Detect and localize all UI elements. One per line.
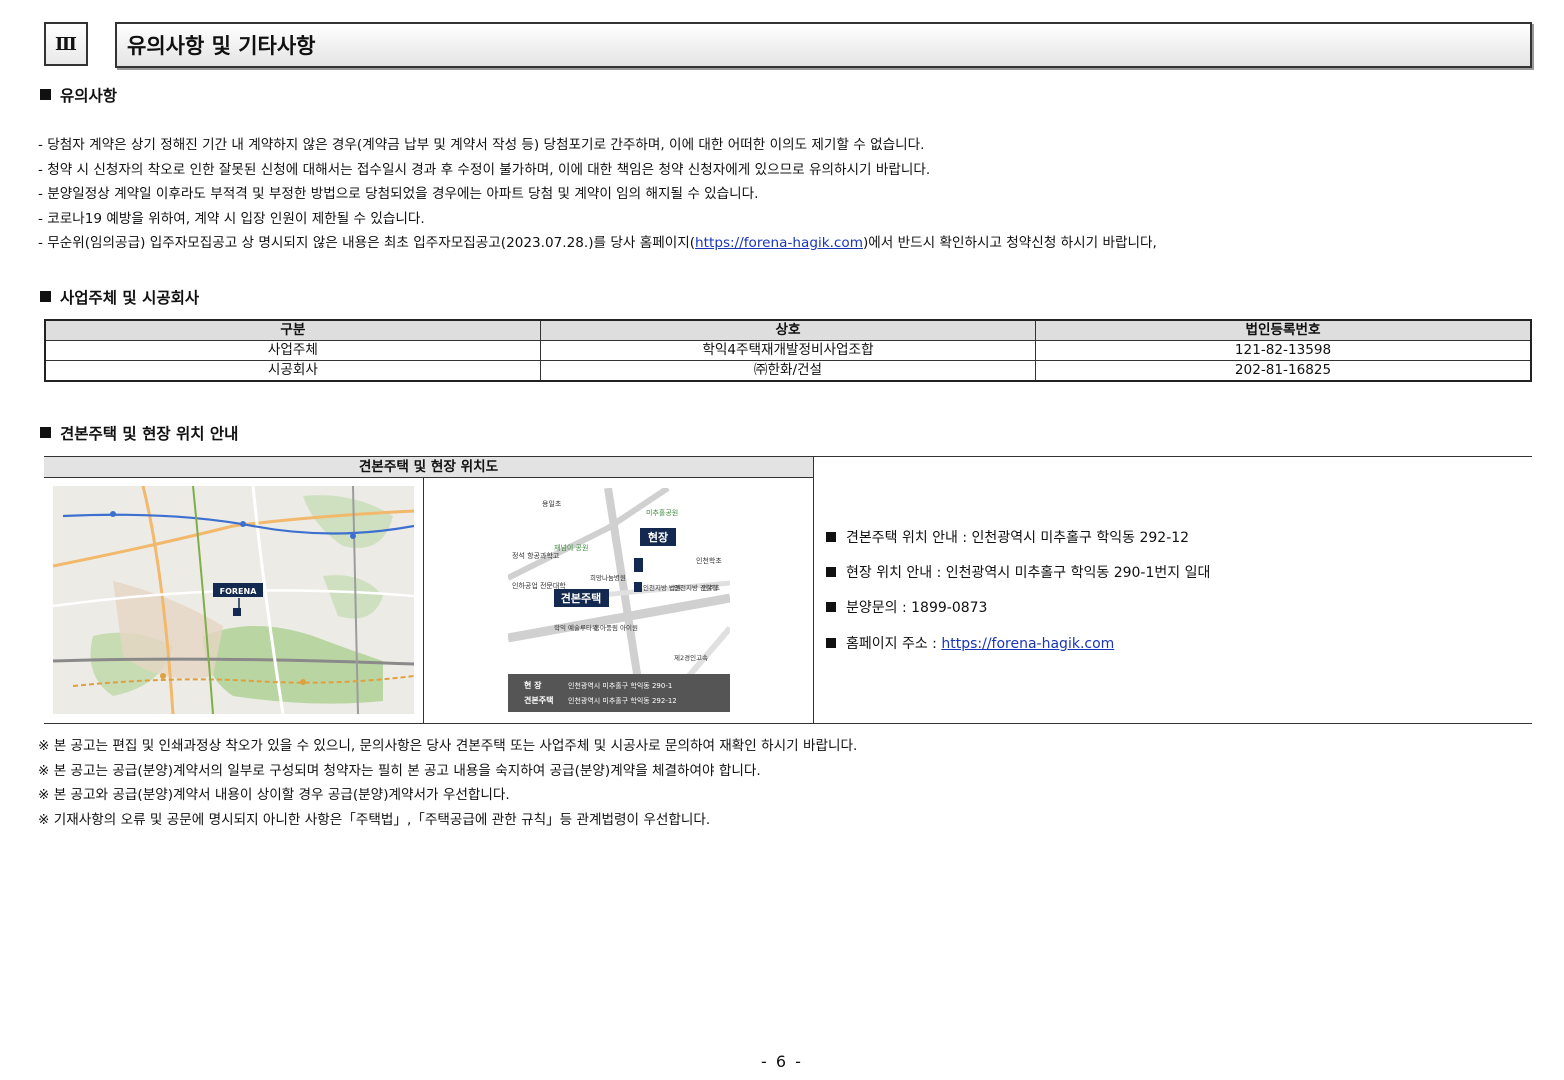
notice-item-text: - 무순위(임의공급) 입주자모집공고 상 명시되지 않은 내용은 최초 입주자… xyxy=(38,235,696,251)
square-bullet-icon xyxy=(40,427,51,438)
map-label: 희망나눔병원 xyxy=(590,573,626,582)
footnote-item: ※ 본 공고는 공급(분양)계약서의 일부로 구성되며 청약자는 필히 본 공고… xyxy=(38,762,761,779)
map-label: 재넘이 공원 xyxy=(554,543,588,552)
map-label: 인주초 xyxy=(702,583,720,592)
map-label: 정석 항공과학고 xyxy=(512,551,560,560)
column-header: 상호 xyxy=(539,319,1037,341)
info-text: 홈페이지 주소 : xyxy=(846,636,942,652)
notice-item: - 청약 시 신청자의 착오로 인한 잘못된 신청에 대해서는 접수일시 경과 … xyxy=(38,161,931,178)
table-row: 사업주체 학익4주택재개발정비사업조합 121-82-13598 xyxy=(44,340,1532,361)
legend-model-address: 인천광역시 미추홀구 학익동 292-12 xyxy=(568,696,677,705)
notice-list: - 당첨자 계약은 상기 정해진 기간 내 계약하지 않은 경우(계약금 납부 … xyxy=(38,133,1157,256)
site-marker-label: 현장 xyxy=(648,530,668,544)
table-cell: 121-82-13598 xyxy=(1035,340,1532,361)
notice-item: - 당첨자 계약은 상기 정해진 기간 내 계약하지 않은 경우(계약금 납부 … xyxy=(38,137,925,153)
map-label: 용일초 xyxy=(542,499,562,508)
notice-item: - 분양일정상 계약일 이후라도 부적격 및 부정한 방법으로 당첨되었을 경우… xyxy=(38,186,759,202)
sales-inquiry: 분양문의 : 1899-0873 xyxy=(826,597,987,617)
square-bullet-icon xyxy=(826,602,836,612)
info-text: 현장 위치 안내 : 인천광역시 미추홀구 학익동 290-1번지 일대 xyxy=(846,565,1211,581)
company-heading: 사업주체 및 시공회사 xyxy=(40,286,199,308)
map-brand-label: FORENA xyxy=(220,587,258,596)
map-label: 제2경인고속 xyxy=(674,653,708,662)
detail-map-image: 용일초 미추홀공원 재넘이 공원 정석 항공과학고 인하공업 전문대학 인천학초… xyxy=(508,488,730,712)
legend-site-title: 현 장 xyxy=(524,680,542,690)
square-bullet-icon xyxy=(40,89,51,100)
table-header-row: 구분 상호 법인등록번호 xyxy=(44,319,1532,341)
table-cell: 학익4주택재개발정비사업조합 xyxy=(539,340,1037,361)
overview-map-image: FORENA xyxy=(53,486,414,714)
footnote-item: ※ 본 공고는 편집 및 인쇄과정상 착오가 있을 수 있으니, 문의사항은 당… xyxy=(38,738,858,754)
notice-heading-text: 유의사항 xyxy=(60,87,118,105)
footnote-list: ※ 본 공고는 편집 및 인쇄과정상 착오가 있을 수 있으니, 문의사항은 당… xyxy=(38,734,857,832)
homepage-link[interactable]: https://forena-hagik.com xyxy=(941,636,1114,652)
notice-item-text: )에서 반드시 확인하시고 청약신청 하시기 바랍니다, xyxy=(862,235,1157,251)
section-title: 유의사항 및 기타사항 xyxy=(115,22,1532,68)
model-house-marker-label: 견본주택 xyxy=(561,591,601,605)
divider xyxy=(813,457,814,723)
company-heading-text: 사업주체 및 시공회사 xyxy=(60,289,200,307)
table-cell: ㈜한화/건설 xyxy=(539,360,1037,382)
map-label: 인하공업 전문대학 xyxy=(512,581,566,590)
legend-model-title: 견본주택 xyxy=(524,695,553,705)
footnote-item: ※ 기재사항의 오류 및 공문에 명시되지 아니한 사항은「주택법」,「주택공급… xyxy=(38,811,711,828)
map-label: 동아풍림 아이원 xyxy=(594,623,638,632)
notice-heading: 유의사항 xyxy=(40,84,117,106)
location-heading-text: 견본주택 및 현장 위치 안내 xyxy=(60,425,239,443)
column-header: 구분 xyxy=(44,319,541,341)
location-table-title: 견본주택 및 현장 위치도 xyxy=(44,457,813,478)
page-number: - 6 - xyxy=(761,1052,803,1071)
company-table: 구분 상호 법인등록번호 사업주체 학익4주택재개발정비사업조합 121-82-… xyxy=(44,319,1532,382)
notice-item: - 무순위(임의공급) 입주자모집공고 상 명시되지 않은 내용은 최초 입주자… xyxy=(38,231,1157,256)
square-bullet-icon xyxy=(40,291,51,302)
table-cell: 시공회사 xyxy=(44,360,541,382)
homepage-link[interactable]: https://forena-hagik.com xyxy=(695,235,863,251)
location-heading: 견본주택 및 현장 위치 안내 xyxy=(40,422,238,444)
map-label: 미추홀공원 xyxy=(646,508,678,517)
table-row: 시공회사 ㈜한화/건설 202-81-16825 xyxy=(44,360,1532,382)
notice-item: - 코로나19 예방을 위하여, 계약 시 입장 인원이 제한될 수 있습니다. xyxy=(38,210,425,227)
column-header: 법인등록번호 xyxy=(1035,319,1532,341)
site-location: 현장 위치 안내 : 인천광역시 미추홀구 학익동 290-1번지 일대 xyxy=(826,562,1210,582)
model-house-location: 견본주택 위치 안내 : 인천광역시 미추홀구 학익동 292-12 xyxy=(826,527,1189,547)
map-label: 인천학초 xyxy=(696,556,722,565)
square-bullet-icon xyxy=(826,567,836,577)
info-text: 분양문의 : 1899-0873 xyxy=(846,600,988,616)
footnote-item: ※ 본 공고와 공급(분양)계약서 내용이 상이할 경우 공급(분양)계약서가 … xyxy=(38,787,510,803)
square-bullet-icon xyxy=(826,638,836,648)
map-label: 학익 예술루타워 xyxy=(554,623,598,632)
divider xyxy=(423,477,424,723)
square-bullet-icon xyxy=(826,532,836,542)
info-text: 견본주택 위치 안내 : 인천광역시 미추홀구 학익동 292-12 xyxy=(846,530,1190,546)
table-cell: 사업주체 xyxy=(44,340,541,361)
legend-site-address: 인천광역시 미추홀구 학익동 290-1 xyxy=(568,681,672,690)
table-cell: 202-81-16825 xyxy=(1035,360,1532,382)
divider xyxy=(44,723,1532,724)
section-number: Ⅲ xyxy=(44,22,88,66)
homepage-address: 홈페이지 주소 : https://forena-hagik.com xyxy=(826,633,1114,653)
